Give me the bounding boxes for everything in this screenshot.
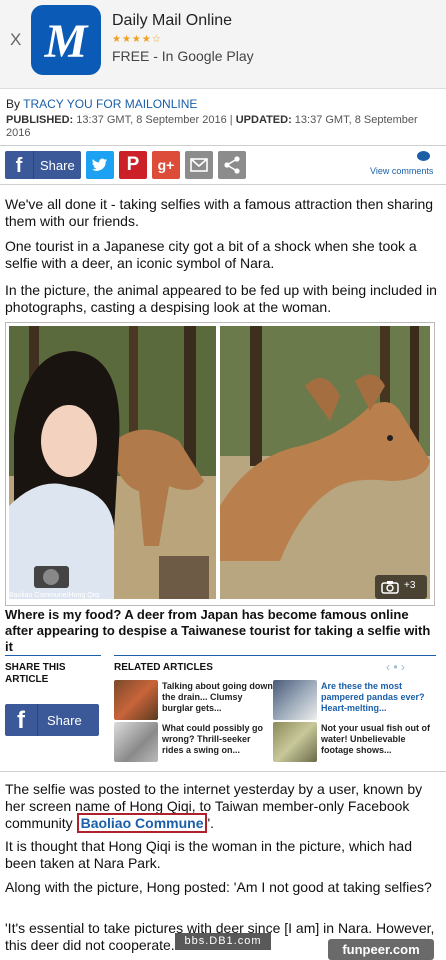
baoliao-commune-link[interactable]: Baoliao Commune — [76, 813, 208, 833]
related-article-title: Not your usual fish out of water! Unbeli… — [321, 723, 430, 755]
bbs-watermark: bbs.DB1.com — [175, 933, 271, 950]
related-thumbnail — [273, 680, 317, 720]
pinterest-share-button[interactable]: P — [119, 151, 147, 179]
selfie-photo[interactable] — [9, 326, 216, 599]
svg-text:M: M — [44, 15, 90, 68]
photo-credit: Baoliao Commune/Hong Qiqi — [9, 592, 100, 599]
related-article-title: Are these the most pampered pandas ever?… — [321, 681, 425, 713]
email-share-button[interactable] — [185, 151, 213, 179]
related-thumbnail — [273, 722, 317, 762]
email-icon — [190, 158, 208, 172]
share-label: Share — [47, 713, 82, 728]
author-link[interactable]: TRACY YOU FOR MAILONLINE — [23, 97, 197, 111]
byline-prefix: By — [6, 97, 21, 111]
share-label: Share — [40, 158, 75, 173]
publish-dates: PUBLISHED: 13:37 GMT, 8 September 2016 |… — [6, 114, 418, 139]
funpeer-watermark: funpeer.com — [328, 939, 434, 960]
photo-caption: Where is my food? A deer from Japan has … — [5, 607, 431, 654]
paragraph-text: '. — [207, 815, 215, 831]
divider — [0, 184, 446, 185]
related-article-item[interactable]: Talking about going down the drain... Cl… — [114, 680, 274, 722]
article-paragraph: We've all done it - taking selfies with … — [5, 196, 434, 229]
share-article-heading: SHARE THIS ARTICLE — [5, 655, 101, 686]
updated-label: UPDATED: — [235, 114, 292, 126]
related-article-item[interactable]: Not your usual fish out of water! Unbeli… — [273, 722, 433, 764]
related-thumbnail — [114, 722, 158, 762]
twitter-icon — [92, 158, 107, 171]
photo-gallery[interactable] — [5, 322, 435, 606]
daily-mail-app-icon[interactable]: M — [31, 5, 101, 75]
related-article-item[interactable]: Are these the most pampered pandas ever?… — [273, 680, 433, 722]
related-article-title: Talking about going down the drain... Cl… — [162, 681, 273, 713]
camera-icon — [381, 581, 399, 594]
photo-count: +3 — [404, 580, 416, 591]
article-paragraph: It is thought that Hong Qiqi is the woma… — [5, 838, 413, 871]
more-share-button[interactable] — [218, 151, 246, 179]
divider — [0, 145, 446, 146]
article-paragraph: Along with the picture, Hong posted: 'Am… — [5, 879, 432, 895]
share-icon — [224, 156, 240, 174]
close-banner-button[interactable]: X — [10, 30, 21, 50]
google-plus-icon: g+ — [157, 157, 175, 173]
facebook-share-button[interactable]: f Share — [5, 151, 81, 179]
gallery-count-badge[interactable]: +3 — [375, 575, 427, 599]
related-thumbnail — [114, 680, 158, 720]
pinterest-icon: P — [126, 154, 140, 175]
install-link[interactable]: FREE - In Google Play — [112, 48, 254, 64]
google-plus-share-button[interactable]: g+ — [152, 151, 180, 179]
related-article-item[interactable]: What could possibly go wrong? Thrill-see… — [114, 722, 274, 764]
facebook-icon: f — [5, 151, 34, 179]
article-paragraph: The selfie was posted to the internet ye… — [5, 781, 437, 833]
byline: By TRACY YOU FOR MAILONLINE — [6, 97, 197, 111]
article-paragraph: In the picture, the animal appeared to b… — [5, 282, 437, 315]
app-title: Daily Mail Online — [112, 12, 233, 29]
article-paragraph: One tourist in a Japanese city got a bit… — [5, 238, 417, 271]
facebook-share-article-button[interactable]: f Share — [5, 704, 99, 736]
divider — [0, 771, 446, 772]
related-article-title: What could possibly go wrong? Thrill-see… — [162, 723, 263, 755]
published-date: 13:37 GMT, 8 September 2016 — [76, 114, 227, 126]
rating-stars: ★★★★☆ — [112, 34, 162, 45]
comment-bubble-icon — [417, 151, 430, 161]
twitter-share-button[interactable] — [86, 151, 114, 179]
published-label: PUBLISHED: — [6, 114, 74, 126]
deer-photo[interactable] — [220, 326, 430, 599]
facebook-icon: f — [5, 704, 38, 736]
view-comments-link[interactable]: View comments — [370, 166, 433, 176]
carousel-nav[interactable]: ‹ • › — [386, 660, 405, 674]
